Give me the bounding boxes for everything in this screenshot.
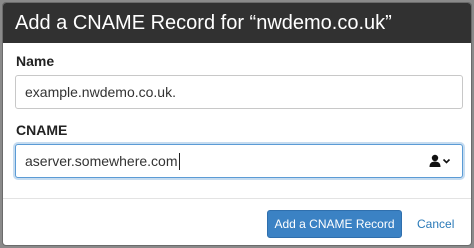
cancel-link[interactable]: Cancel [417,210,454,238]
dialog-titlebar: Add a CNAME Record for “nwdemo.co.uk” [3,3,471,43]
dialog-title: Add a CNAME Record for “nwdemo.co.uk” [15,11,392,34]
text-cursor [178,152,180,170]
cname-input[interactable]: aserver.somewhere.com [15,144,463,178]
add-cname-record-button[interactable]: Add a CNAME Record [267,210,402,238]
cname-label: CNAME [16,122,68,138]
name-input-value: example.nwdemo.co.uk. [25,84,176,100]
footer-divider [3,198,471,199]
name-label: Name [16,53,55,69]
add-cname-dialog: Add a CNAME Record for “nwdemo.co.uk” Na… [2,2,472,246]
user-dropdown-icon [429,154,451,167]
user-dropdown-button[interactable] [428,152,452,170]
name-input[interactable]: example.nwdemo.co.uk. [15,75,463,109]
cname-input-value: aserver.somewhere.com [25,153,178,169]
